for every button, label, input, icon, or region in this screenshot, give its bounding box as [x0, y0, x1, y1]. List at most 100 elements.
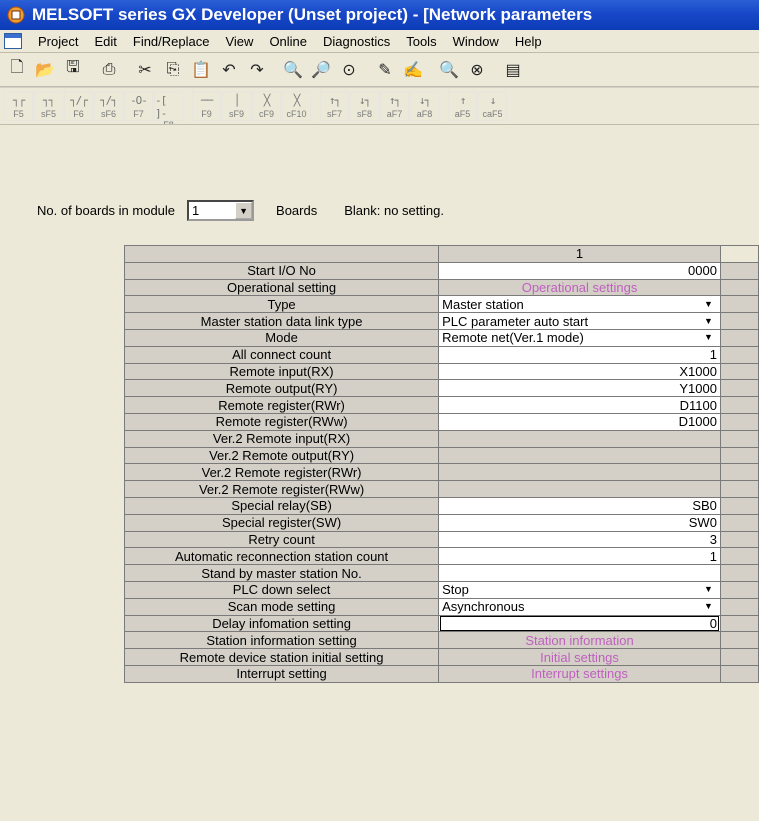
ladder-button-sf5[interactable]: ┐┐ sF5: [34, 91, 63, 121]
chevron-down-icon[interactable]: ▼: [704, 582, 713, 597]
row-combo[interactable]: Stop ▼: [438, 580, 721, 599]
row-value[interactable]: X1000: [438, 362, 721, 381]
ladder-button-sf9[interactable]: │ sF9: [222, 91, 251, 121]
menu-help[interactable]: Help: [507, 34, 550, 49]
new-file-icon[interactable]: 🗋: [4, 57, 30, 83]
row-settings-button[interactable]: Station information: [438, 631, 721, 650]
ladder-button-sf7[interactable]: ↑┐ sF7: [320, 91, 349, 121]
chevron-down-icon[interactable]: ▼: [704, 314, 713, 329]
row-value[interactable]: [438, 564, 721, 582]
find-contact-icon[interactable]: ⊙: [336, 57, 362, 83]
menu-project[interactable]: Project: [30, 34, 86, 49]
table-row: Ver.2 Remote input(RX): [123, 429, 759, 448]
row-settings-button[interactable]: Operational settings: [438, 278, 721, 297]
row-value[interactable]: D1100: [438, 396, 721, 414]
table-row: Remote output(RY) Y1000: [123, 379, 759, 398]
grid-extra-cell: [719, 295, 759, 314]
menu-diagnostics[interactable]: Diagnostics: [315, 34, 398, 49]
row-combo[interactable]: Master station ▼: [438, 295, 721, 314]
ladder-button-f6[interactable]: ┐/┌ F6: [64, 91, 93, 121]
combo-value: Remote net(Ver.1 mode): [442, 330, 584, 346]
ladder-button-cf9[interactable]: ╳ cF9: [252, 91, 281, 121]
ladder-button-cf10[interactable]: ╳ cF10: [282, 91, 311, 121]
read-online-icon[interactable]: ✍: [400, 57, 426, 83]
document-icon[interactable]: [4, 33, 22, 49]
table-row: Delay infomation setting 0: [123, 614, 759, 633]
row-value[interactable]: 1: [438, 345, 721, 364]
chevron-down-icon[interactable]: ▼: [704, 297, 713, 312]
ladder-button-f9[interactable]: ── F9: [192, 91, 221, 121]
copy-icon[interactable]: ⎘: [160, 57, 186, 83]
row-value[interactable]: D1000: [438, 412, 721, 431]
monitor-stop-icon[interactable]: ⊗: [464, 57, 490, 83]
ladder-symbol-icon: ↓: [489, 94, 497, 107]
ladder-button-sf8[interactable]: ↓┐ sF8: [350, 91, 379, 121]
ladder-view-icon[interactable]: ▤: [500, 57, 526, 83]
ladder-button-af7[interactable]: ↑┐ aF7: [380, 91, 409, 121]
boards-select[interactable]: 1 ▼: [187, 200, 255, 221]
write-online-icon[interactable]: ✎: [372, 57, 398, 83]
row-value: [438, 463, 721, 482]
menu-tools[interactable]: Tools: [398, 34, 444, 49]
row-value[interactable]: Y1000: [438, 379, 721, 398]
find-device-icon[interactable]: 🔍: [280, 57, 306, 83]
ladder-key-label: sF7: [326, 109, 342, 119]
ladder-button-f8[interactable]: -[ ]- F8: [154, 91, 183, 124]
paste-icon[interactable]: 📋: [188, 57, 214, 83]
row-settings-button[interactable]: Interrupt settings: [438, 664, 721, 683]
monitor-icon[interactable]: 🔍: [436, 57, 462, 83]
ladder-key-label: F5: [13, 109, 24, 119]
cut-icon[interactable]: ✂: [132, 57, 158, 83]
combo-box[interactable]: Master station ▼: [442, 297, 717, 312]
menu-window[interactable]: Window: [445, 34, 507, 49]
ladder-button-f5[interactable]: ┐┌ F5: [4, 91, 33, 121]
row-value[interactable]: 0: [438, 614, 721, 633]
row-combo[interactable]: Asynchronous ▼: [438, 597, 721, 616]
chevron-down-icon[interactable]: ▼: [704, 599, 713, 614]
row-label: Stand by master station No.: [123, 564, 440, 582]
table-row: Remote register(RWr) D1100: [123, 396, 759, 414]
menu-find-replace[interactable]: Find/Replace: [125, 34, 218, 49]
row-combo[interactable]: PLC parameter auto start ▼: [438, 312, 721, 330]
menu-view[interactable]: View: [217, 34, 261, 49]
row-label: Retry count: [123, 530, 440, 549]
redo-icon[interactable]: ↷: [244, 57, 270, 83]
undo-icon[interactable]: ↶: [216, 57, 242, 83]
combo-box[interactable]: Stop ▼: [442, 582, 717, 597]
ladder-button-af5[interactable]: ↑ aF5: [448, 91, 477, 121]
open-folder-icon[interactable]: 📂: [32, 57, 58, 83]
ladder-symbol-icon: ↓┐: [358, 94, 371, 107]
row-value[interactable]: SB0: [438, 496, 721, 515]
ladder-button-f7[interactable]: -O- F7: [124, 91, 153, 121]
ladder-key-label: aF5: [454, 109, 471, 119]
row-combo[interactable]: Remote net(Ver.1 mode) ▼: [438, 328, 721, 347]
save-icon[interactable]: 🖫: [60, 57, 86, 83]
table-row: Ver.2 Remote register(RWw): [123, 480, 759, 498]
ladder-button-sf6[interactable]: ┐/┐ sF6: [94, 91, 123, 121]
chevron-down-icon[interactable]: ▼: [704, 330, 713, 345]
combo-box[interactable]: Asynchronous ▼: [442, 599, 717, 614]
row-value[interactable]: 1: [438, 547, 721, 566]
row-settings-button[interactable]: Initial settings: [438, 648, 721, 666]
ladder-button-caf5[interactable]: ↓ caF5: [478, 91, 507, 121]
row-value[interactable]: 0000: [438, 261, 721, 280]
combo-value: PLC parameter auto start: [442, 313, 589, 329]
menu-online[interactable]: Online: [261, 34, 315, 49]
ladder-button-af8[interactable]: ↓┐ aF8: [410, 91, 439, 121]
combo-box[interactable]: Remote net(Ver.1 mode) ▼: [442, 330, 717, 345]
grid-extra-cell: [719, 328, 759, 347]
ladder-symbol-icon: ╳: [293, 94, 301, 107]
find-instruction-icon[interactable]: 🔎: [308, 57, 334, 83]
row-value[interactable]: SW0: [438, 513, 721, 532]
combo-box[interactable]: PLC parameter auto start ▼: [442, 314, 717, 329]
column-header: 1: [438, 245, 721, 263]
ladder-symbol-icon: -O-: [130, 94, 148, 107]
ladder-key-label: cF10: [286, 109, 307, 119]
chevron-down-icon[interactable]: ▼: [235, 202, 253, 219]
row-value[interactable]: 3: [438, 530, 721, 549]
print-icon[interactable]: ⎙: [96, 57, 122, 83]
grid-extra-cell: [719, 261, 759, 280]
row-label: Remote output(RY): [123, 379, 440, 398]
menu-edit[interactable]: Edit: [86, 34, 124, 49]
row-label: Remote device station initial setting: [123, 648, 440, 666]
